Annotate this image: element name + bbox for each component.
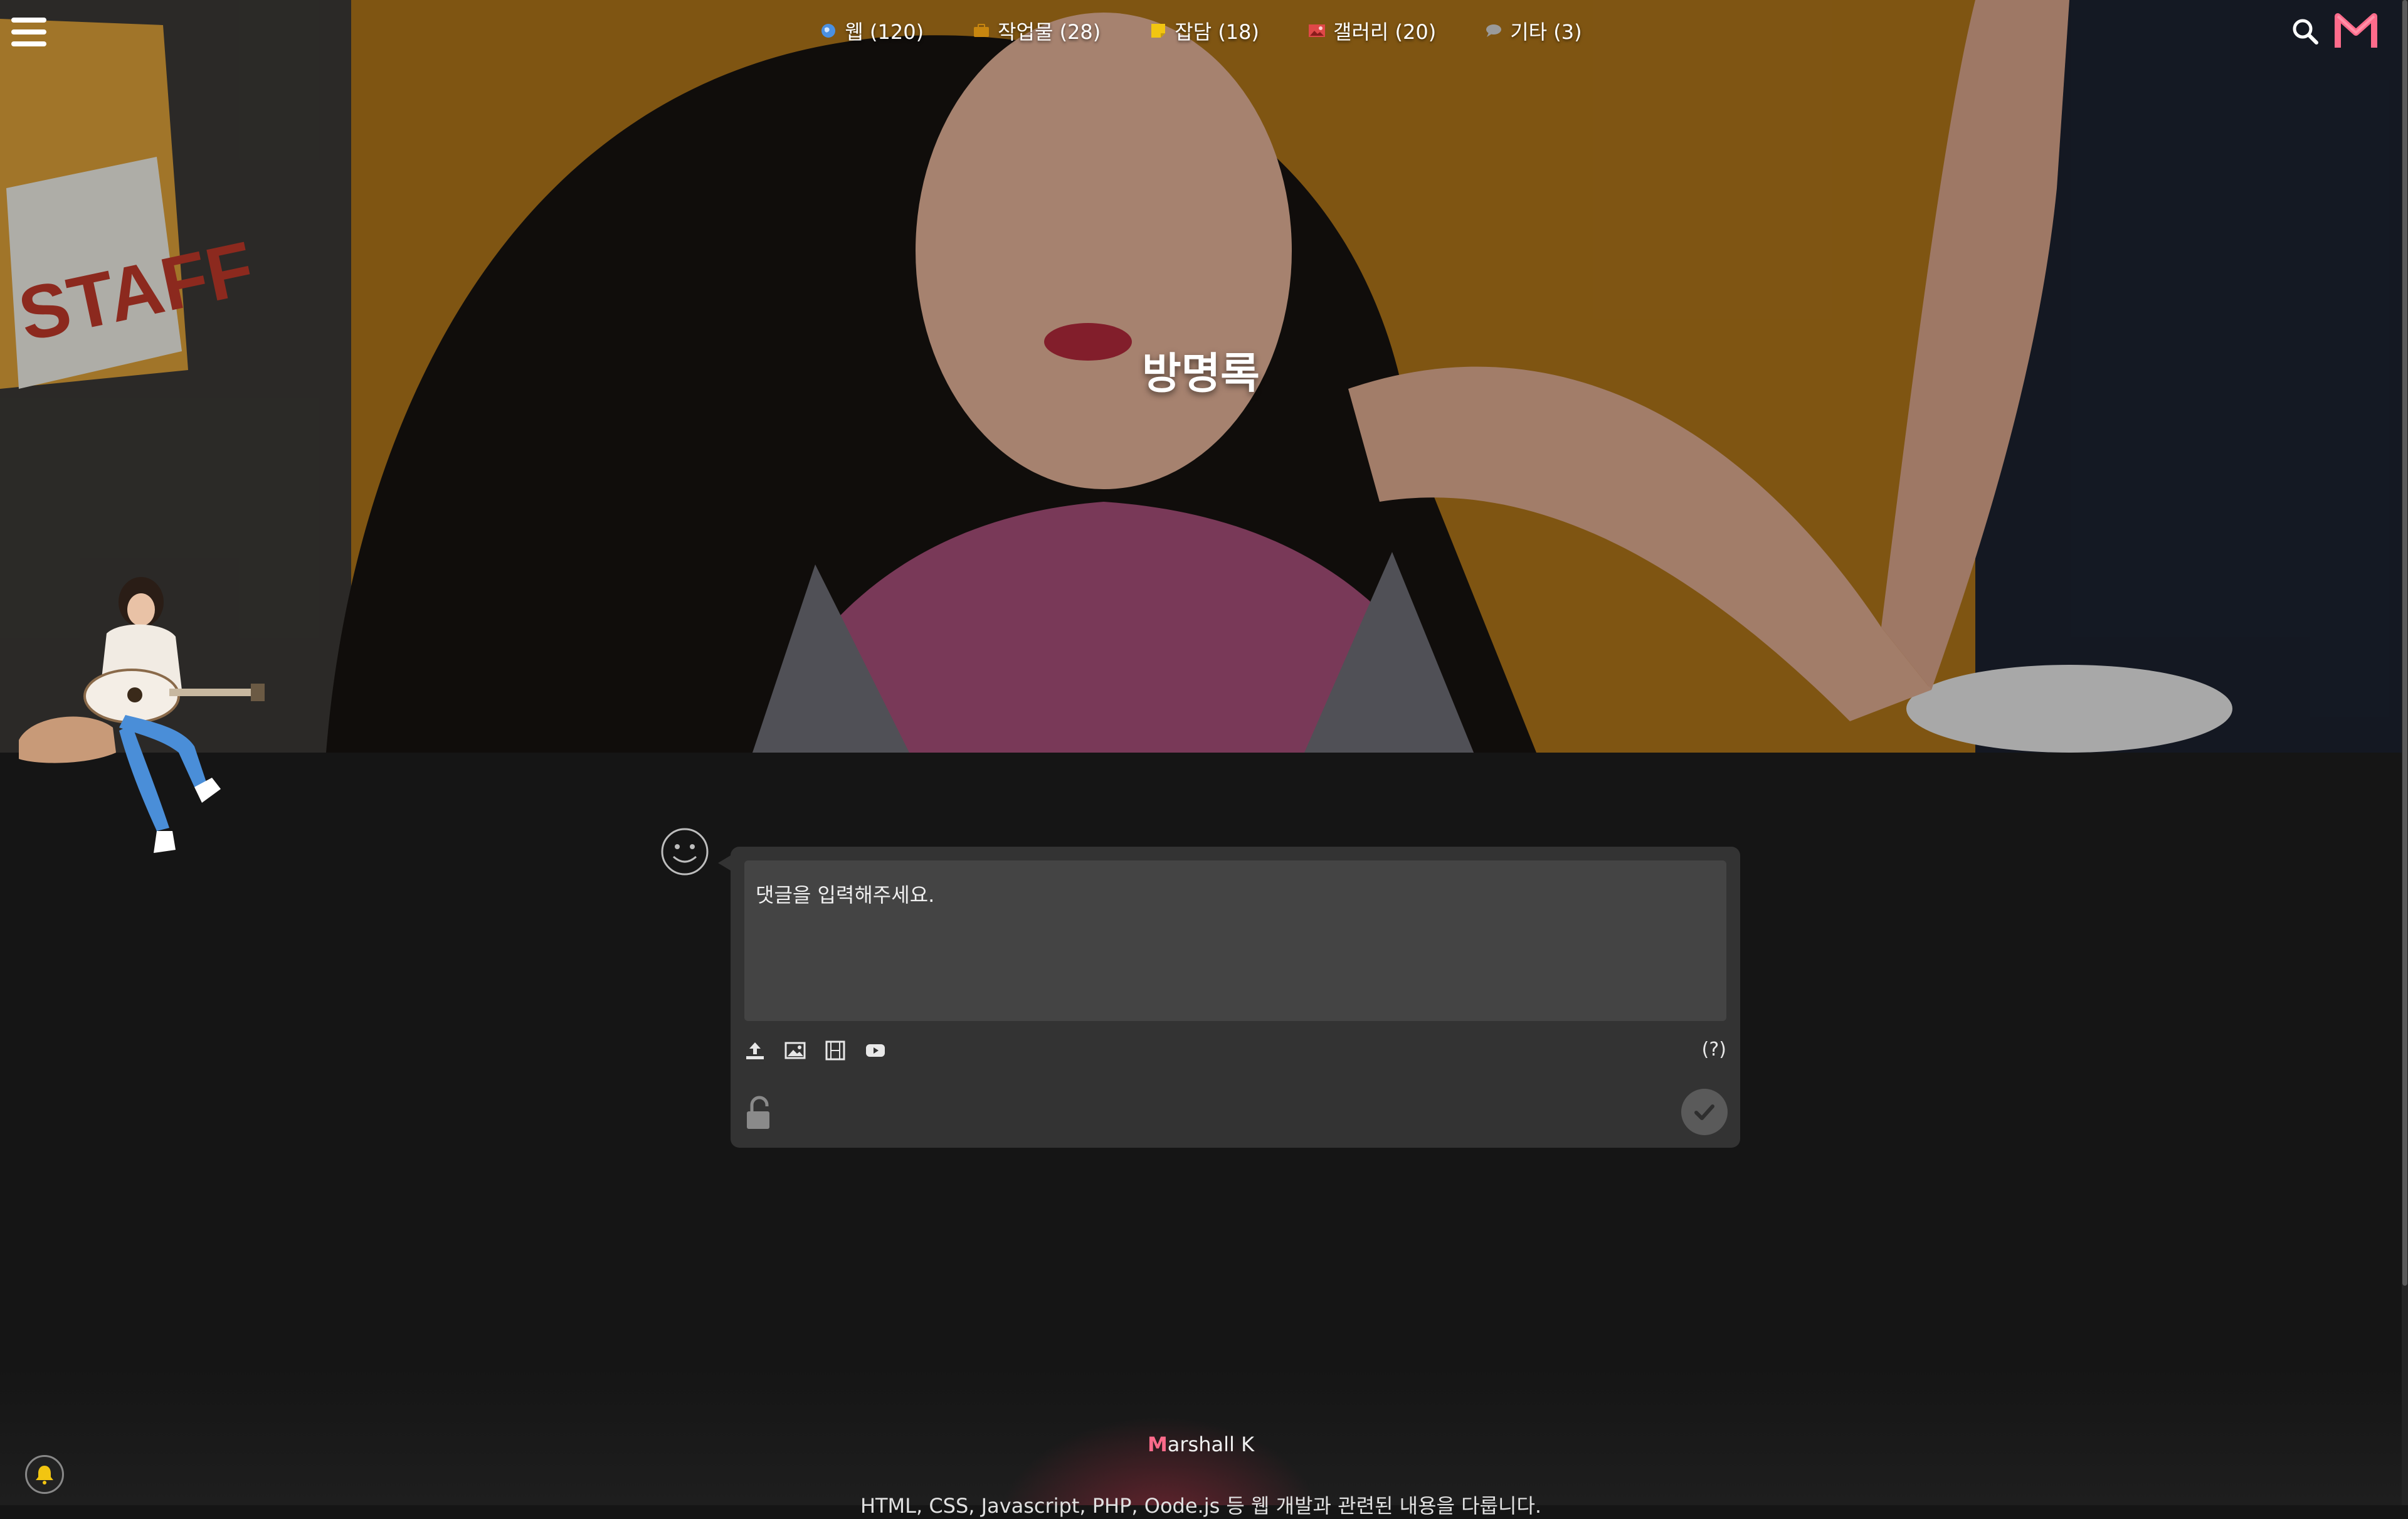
guitarist-sticker xyxy=(19,577,265,853)
nav-label: 작업물 (28) xyxy=(998,20,1101,44)
help-link[interactable]: (?) xyxy=(1702,1039,1726,1061)
nav-item-chat[interactable]: 잡담 (18) xyxy=(1149,16,1259,45)
site-logo-icon[interactable] xyxy=(2334,11,2378,51)
attachment-toolbar xyxy=(744,1040,886,1061)
nav-item-web[interactable]: 웹 (120) xyxy=(820,16,924,45)
nav-item-gallery[interactable]: 갤러리 (20) xyxy=(1308,16,1436,45)
category-nav: 웹 (120) 작업물 (28) 잡담 (18) 갤러리 (20) 기타 (3) xyxy=(0,16,2402,45)
upload-icon[interactable] xyxy=(744,1040,766,1061)
nav-label: 갤러리 (20) xyxy=(1333,20,1437,44)
nav-item-etc[interactable]: 기타 (3) xyxy=(1485,16,1582,45)
footer-brand-text: arshall K xyxy=(1167,1432,1255,1456)
unlock-icon[interactable] xyxy=(744,1095,776,1130)
youtube-icon[interactable] xyxy=(865,1040,886,1061)
comment-form: (?) xyxy=(718,847,1740,1148)
hero-banner: STAFF 방명록 xyxy=(0,0,2402,753)
note-icon xyxy=(1151,24,1166,38)
image-icon[interactable] xyxy=(784,1040,806,1061)
briefcase-icon xyxy=(974,24,990,37)
nav-item-works[interactable]: 작업물 (28) xyxy=(973,16,1101,45)
comment-input[interactable] xyxy=(744,860,1726,1021)
nav-label: 웹 (120) xyxy=(845,20,924,44)
footer-description: HTML, CSS, Javascript, PHP, Oode.js 등 웹 … xyxy=(860,1494,1542,1518)
globe-icon xyxy=(821,24,836,38)
nav-label: 잡담 (18) xyxy=(1175,20,1260,44)
checkmark-icon xyxy=(1694,1104,1714,1120)
smiley-avatar-icon xyxy=(661,828,709,876)
search-icon[interactable] xyxy=(2290,16,2320,46)
footer-brand: Marshall K xyxy=(0,1432,2402,1456)
notification-button[interactable] xyxy=(25,1455,64,1494)
scrollbar-thumb[interactable] xyxy=(2402,0,2407,1286)
footer-brand-mark: M xyxy=(1147,1432,1168,1456)
picture-icon xyxy=(1309,24,1326,37)
page-scrollbar[interactable] xyxy=(2402,0,2408,1505)
bell-icon xyxy=(36,1466,53,1485)
film-icon[interactable] xyxy=(825,1040,846,1061)
chat-bubble-icon xyxy=(1486,24,1502,37)
page-title: 방명록 xyxy=(1142,349,1260,399)
nav-label: 기타 (3) xyxy=(1510,20,1582,44)
submit-button[interactable] xyxy=(1681,1089,1728,1135)
